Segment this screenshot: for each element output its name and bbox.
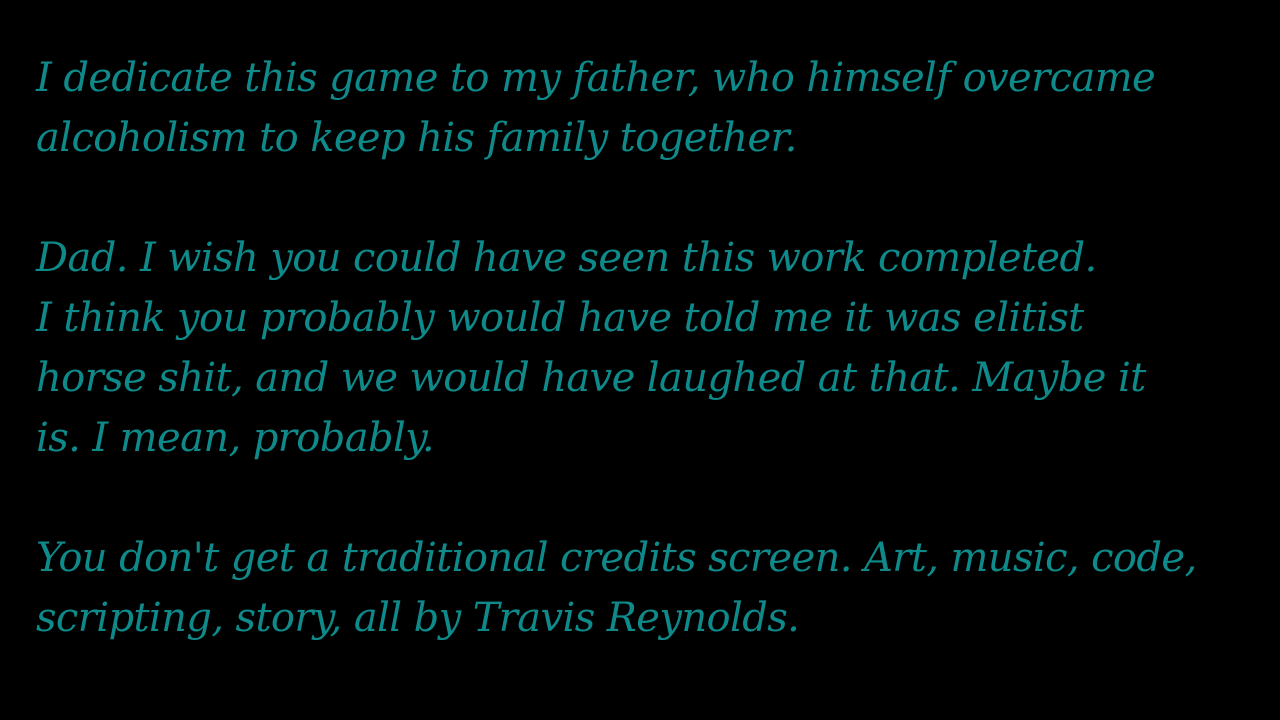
dedication-text: I dedicate this game to my father, who h… — [36, 48, 1272, 648]
dedication-line: Dad. I wish you could have seen this wor… — [36, 235, 1097, 281]
credits-line: scripting, story, all by Travis Reynolds… — [36, 595, 800, 641]
dedication-line: I think you probably would have told me … — [36, 295, 1084, 341]
credits-line: You don't get a traditional credits scre… — [36, 535, 1197, 581]
dedication-line: horse shit, and we would have laughed at… — [36, 355, 1146, 401]
credits-screen: I dedicate this game to my father, who h… — [0, 0, 1280, 720]
dedication-line: I dedicate this game to my father, who h… — [36, 55, 1156, 101]
dedication-line: is. I mean, probably. — [36, 415, 435, 461]
dedication-line: alcoholism to keep his family together. — [36, 115, 797, 161]
